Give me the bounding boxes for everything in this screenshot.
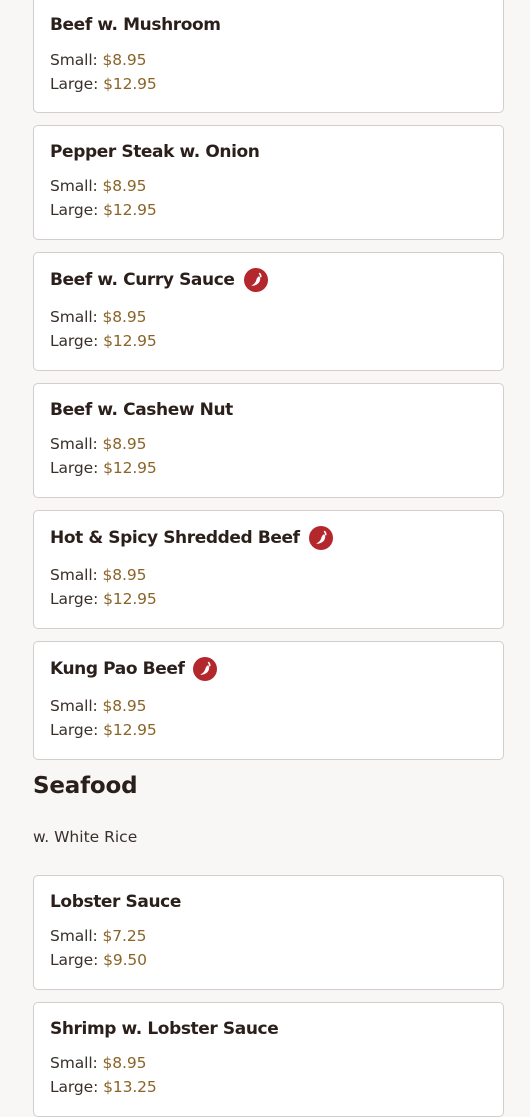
small-price: Small: $8.95 [50,435,146,453]
chili-pepper-icon [193,657,218,681]
small-price-value: $8.95 [102,435,147,453]
item-name-row: Shrimp w. Lobster Sauce [50,1016,279,1042]
menu-item-card[interactable]: Shrimp w. Lobster Sauce Small: $8.95 Lar… [33,1002,504,1117]
large-price: Large: $12.95 [50,332,157,350]
item-name: Lobster Sauce [50,892,181,912]
small-price-value: $8.95 [102,697,147,715]
large-label: Large: [50,459,99,477]
small-price: Small: $8.95 [50,51,146,69]
large-price: Large: $13.25 [50,1078,157,1096]
small-price-value: $8.95 [102,177,147,195]
large-price: Large: $12.95 [50,75,157,93]
small-price: Small: $8.95 [50,697,146,715]
small-label: Small: [50,177,98,195]
large-label: Large: [50,721,99,739]
menu-item-card[interactable]: Pepper Steak w. Onion Small: $8.95 Large… [33,125,504,240]
small-price-value: $8.95 [102,51,147,69]
item-name: Beef w. Cashew Nut [50,400,233,420]
small-price: Small: $8.95 [50,1054,146,1072]
large-price: Large: $12.95 [50,201,157,219]
small-price-value: $7.25 [102,927,147,945]
large-price-value: $12.95 [103,332,157,350]
item-name-row: Beef w. Cashew Nut [50,397,233,423]
large-label: Large: [50,201,99,219]
large-price: Large: $12.95 [50,590,157,608]
small-price: Small: $8.95 [50,177,146,195]
menu-item-card[interactable]: Beef w. Curry Sauce Small: $8.95 Large: … [33,252,504,371]
item-name-row: Beef w. Curry Sauce [50,267,268,293]
menu-item-card[interactable]: Beef w. Mushroom Small: $8.95 Large: $12… [33,0,504,113]
large-price-value: $12.95 [103,590,157,608]
small-label: Small: [50,927,98,945]
menu-page: Beef w. Mushroom Small: $8.95 Large: $12… [0,0,530,1117]
menu-item-card[interactable]: Kung Pao Beef Small: $8.95 Large: $12.95 [33,641,504,760]
chili-pepper-icon [308,526,333,550]
item-name: Beef w. Mushroom [50,15,221,35]
item-name: Kung Pao Beef [50,659,185,679]
item-name-row: Lobster Sauce [50,889,181,915]
item-name: Shrimp w. Lobster Sauce [50,1019,279,1039]
large-label: Large: [50,590,99,608]
item-name-row: Kung Pao Beef [50,656,218,682]
large-label: Large: [50,332,99,350]
large-price: Large: $12.95 [50,721,157,739]
large-label: Large: [50,1078,99,1096]
item-name: Beef w. Curry Sauce [50,270,235,290]
small-price: Small: $8.95 [50,308,146,326]
small-label: Small: [50,308,98,326]
large-label: Large: [50,951,99,969]
item-name-row: Beef w. Mushroom [50,12,221,38]
small-label: Small: [50,566,98,584]
small-price-value: $8.95 [102,308,147,326]
small-label: Small: [50,435,98,453]
large-price: Large: $12.95 [50,459,157,477]
large-label: Large: [50,75,99,93]
large-price-value: $9.50 [103,951,147,969]
menu-item-card[interactable]: Hot & Spicy Shredded Beef Small: $8.95 L… [33,510,504,629]
small-price: Small: $7.25 [50,927,146,945]
item-name: Hot & Spicy Shredded Beef [50,528,300,548]
item-name: Pepper Steak w. Onion [50,142,260,162]
menu-item-card[interactable]: Beef w. Cashew Nut Small: $8.95 Large: $… [33,383,504,498]
small-price-value: $8.95 [102,566,147,584]
section-title-seafood: Seafood [33,773,138,799]
small-price-value: $8.95 [102,1054,147,1072]
chili-pepper-icon [243,268,268,292]
small-label: Small: [50,697,98,715]
large-price-value: $12.95 [103,75,157,93]
large-price-value: $12.95 [103,721,157,739]
large-price-value: $13.25 [103,1078,157,1096]
section-subtitle: w. White Rice [33,828,138,846]
large-price-value: $12.95 [103,201,157,219]
small-label: Small: [50,1054,98,1072]
item-name-row: Pepper Steak w. Onion [50,139,260,165]
menu-item-card[interactable]: Lobster Sauce Small: $7.25 Large: $9.50 [33,875,504,990]
small-label: Small: [50,51,98,69]
large-price-value: $12.95 [103,459,157,477]
item-name-row: Hot & Spicy Shredded Beef [50,525,333,551]
small-price: Small: $8.95 [50,566,146,584]
large-price: Large: $9.50 [50,951,147,969]
